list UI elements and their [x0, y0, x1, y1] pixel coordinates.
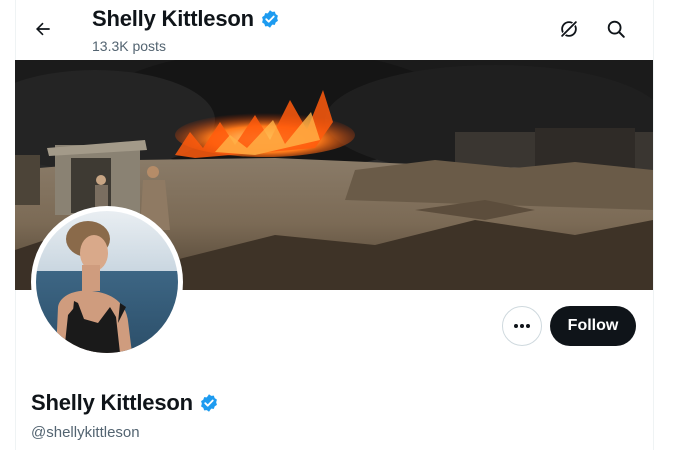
avatar-image: [36, 211, 178, 353]
column-border-right: [653, 0, 654, 450]
arrow-left-icon: [36, 22, 50, 36]
follow-button[interactable]: Follow: [550, 306, 636, 346]
verified-badge-icon: [261, 10, 278, 28]
posts-count: 13.3K posts: [92, 38, 166, 54]
more-icon: [514, 324, 530, 328]
header-title: Shelly Kittleson: [92, 6, 280, 32]
avatar[interactable]: [31, 206, 183, 358]
verified-badge-icon: [200, 394, 217, 412]
search-icon: [607, 20, 625, 38]
more-button[interactable]: [502, 306, 542, 346]
header-display-name: Shelly Kittleson: [92, 6, 254, 31]
grok-icon: [560, 20, 578, 38]
search-button[interactable]: [602, 15, 630, 43]
back-button[interactable]: [28, 14, 58, 44]
profile-display-name: Shelly Kittleson: [31, 390, 193, 415]
profile-handle: @shellykittleson: [31, 424, 140, 441]
grok-button[interactable]: [555, 15, 583, 43]
profile-name: Shelly Kittleson: [31, 390, 219, 416]
